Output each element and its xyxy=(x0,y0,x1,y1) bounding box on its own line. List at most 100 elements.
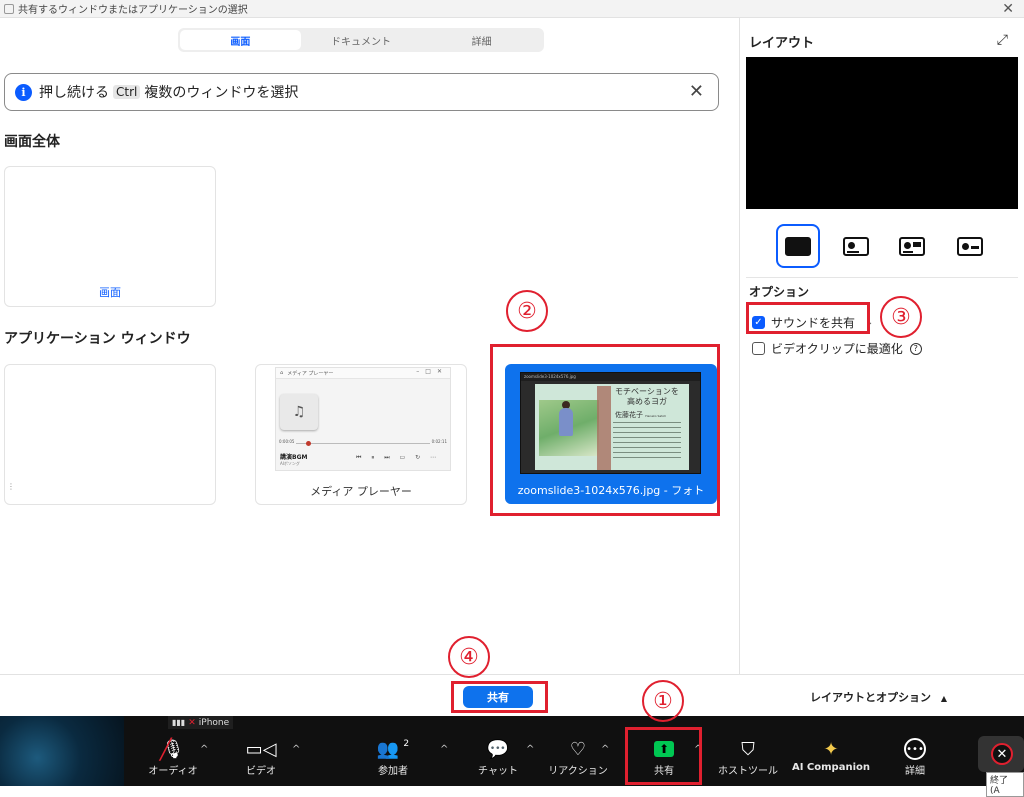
share-sound-option[interactable]: ✓ サウンドを共有 ⌄ xyxy=(752,314,873,331)
tab-screen[interactable]: 画面 xyxy=(180,30,301,50)
more-button[interactable]: ••• 詳細 xyxy=(880,736,950,784)
screen-card[interactable]: 画面 xyxy=(4,166,216,307)
audio-label: オーディオ xyxy=(148,766,198,777)
photo-thumbnail: zoomslide3-1024x576.jpg モチベーションを 高めるヨガ 佐… xyxy=(520,372,701,474)
progress-bar xyxy=(296,443,430,444)
music-note-icon: ♫ xyxy=(280,394,318,430)
participants-caret-icon[interactable]: ^ xyxy=(440,744,448,755)
layout-title: レイアウト xyxy=(749,36,815,51)
annotation-circle-2: ② xyxy=(506,290,548,332)
home-icon: ⌂ xyxy=(280,370,284,376)
slide-speaker-name: 佐藤花子 xyxy=(615,411,643,419)
chat-button[interactable]: 💬 チャット xyxy=(463,736,533,784)
video-caret-icon[interactable]: ^ xyxy=(292,744,300,755)
more-icon: ••• xyxy=(880,736,950,762)
video-camera-icon: ▭◁ xyxy=(245,738,277,760)
host-tools-button[interactable]: ⛉ ホストツール xyxy=(713,736,783,784)
window-title-bar: 共有するウィンドウまたはアプリケーションの選択 ✕ xyxy=(0,0,1024,18)
iphone-label: iPhone xyxy=(198,717,230,728)
chevron-down-icon[interactable]: ⌄ xyxy=(865,317,873,328)
video-button[interactable]: ▭◁ ビデオ xyxy=(226,736,296,784)
optimize-video-checkbox[interactable] xyxy=(752,342,765,355)
audio-button[interactable]: 🎙 ╱ オーディオ xyxy=(138,736,208,784)
ai-companion-button[interactable]: ✦ AI Companion xyxy=(788,736,874,784)
muted-mic-icon: ✕ xyxy=(188,717,196,728)
screen-card-label: 画面 xyxy=(99,286,121,299)
share-action-bar: 共有 レイアウトとオプション ▲ xyxy=(0,674,1024,716)
presenter-layout-icon xyxy=(843,236,869,256)
presenter-inline-layout-icon xyxy=(957,236,983,256)
participants-label: 参加者 xyxy=(378,766,408,777)
chat-icon: 💬 xyxy=(486,738,510,760)
media-player-label: メディア プレーヤー xyxy=(310,485,412,498)
playback-controls-icon: ⏮ ⏸ ⏭ ▭ ↻ ⋯ xyxy=(356,454,441,461)
panel-divider xyxy=(746,277,1018,278)
reaction-caret-icon[interactable]: ^ xyxy=(601,744,609,755)
muted-microphone-icon: 🎙 ╱ xyxy=(159,736,185,761)
desktop-wallpaper xyxy=(0,716,124,786)
time-total: 0:02:11 xyxy=(431,439,447,444)
layout-presenter-right-button[interactable] xyxy=(890,224,934,268)
info-banner: i 押し続ける Ctrl 複数のウィンドウを選択 ✕ xyxy=(4,73,719,111)
participants-button[interactable]: 👥 2 参加者 xyxy=(358,736,428,784)
full-screen-layout-icon xyxy=(785,236,811,256)
tab-advanced[interactable]: 詳細 xyxy=(421,30,542,50)
photo-window-title: zoomslide3-1024x576.jpg xyxy=(521,373,700,381)
tab-document[interactable]: ドキュメント xyxy=(301,30,422,50)
slide-speaker: 佐藤花子 Hanako Satoh xyxy=(615,410,666,420)
layout-preview xyxy=(746,57,1018,209)
optimize-video-option[interactable]: ビデオクリップに最適化 ? xyxy=(752,340,922,357)
track-title: 講演BGM xyxy=(280,454,308,461)
close-window-icon[interactable]: ✕ xyxy=(1002,0,1014,18)
layout-full-screen-button[interactable] xyxy=(776,224,820,268)
layout-presenter-side-button[interactable] xyxy=(948,224,992,268)
blank-window-card[interactable]: ⋮ xyxy=(4,364,216,505)
media-player-card[interactable]: ⌂ メディア プレーヤー –□✕ ♫ 0:00:05 0:02:11 講演BGM… xyxy=(255,364,467,505)
presenter-side-layout-icon xyxy=(899,236,925,256)
layout-options-panel: レイアウト ⤢ オプション ✓ サウンドを共有 ⌄ ビデオクリップに最適化 ? xyxy=(739,18,1024,674)
host-tools-label: ホストツール xyxy=(718,766,778,777)
share-button[interactable]: 共有 xyxy=(463,686,533,708)
media-player-titlebar: ⌂ メディア プレーヤー –□✕ xyxy=(276,368,450,379)
dismiss-banner-icon[interactable]: ✕ xyxy=(689,81,704,102)
help-icon[interactable]: ? xyxy=(909,342,922,355)
media-player-thumbnail: ⌂ メディア プレーヤー –□✕ ♫ 0:00:05 0:02:11 講演BGM… xyxy=(275,367,451,471)
reaction-label: リアクション xyxy=(548,766,608,777)
apps-section-heading: アプリケーション ウィンドウ xyxy=(4,331,191,347)
photo-window-card[interactable]: zoomslide3-1024x576.jpg モチベーションを 高めるヨガ 佐… xyxy=(505,364,717,504)
chat-label: チャット xyxy=(478,766,518,777)
ai-companion-label: AI Companion xyxy=(791,762,870,773)
more-label: 詳細 xyxy=(905,766,925,777)
signal-icon: ▮▮▮ xyxy=(172,718,186,727)
end-icon: ✕ xyxy=(991,743,1013,765)
options-title: オプション xyxy=(749,285,810,299)
layout-options-toggle[interactable]: レイアウトとオプション ▲ xyxy=(810,689,947,705)
optimize-video-label: ビデオクリップに最適化 xyxy=(771,342,903,356)
share-caret-icon[interactable]: ^ xyxy=(694,744,702,755)
window-title: 共有するウィンドウまたはアプリケーションの選択 xyxy=(18,5,248,16)
end-meeting-button[interactable]: ✕ xyxy=(978,736,1024,772)
layout-presenter-bottom-button[interactable] xyxy=(834,224,878,268)
app-window-icon xyxy=(4,3,14,14)
progress-thumb xyxy=(306,441,311,446)
track-subtitle: AIボソング xyxy=(280,461,300,466)
time-elapsed: 0:00:05 xyxy=(279,439,295,444)
share-sound-checkbox[interactable]: ✓ xyxy=(752,316,765,329)
slide-image: モチベーションを 高めるヨガ 佐藤花子 Hanako Satoh xyxy=(535,384,689,470)
end-tooltip: 終了 (A xyxy=(986,772,1024,797)
share-screen-icon: ⬆ xyxy=(629,736,699,762)
share-screen-button[interactable]: ⬆ 共有 xyxy=(629,736,699,784)
slide-title-line1: モチベーションを xyxy=(615,387,679,396)
window-controls-icon: –□✕ xyxy=(416,368,448,375)
iphone-tag: ▮▮▮ ✕ iPhone xyxy=(168,716,234,729)
screen-section-heading: 画面全体 xyxy=(4,134,60,150)
slide-title: モチベーションを 高めるヨガ xyxy=(615,387,679,407)
video-label: ビデオ xyxy=(246,766,276,777)
annotation-circle-1: ① xyxy=(642,680,684,722)
annotation-circle-3: ③ xyxy=(880,296,922,338)
drag-handle-icon: ⋮ xyxy=(7,482,15,491)
chat-caret-icon[interactable]: ^ xyxy=(526,744,534,755)
media-player-window-title: メディア プレーヤー xyxy=(287,370,334,377)
audio-caret-icon[interactable]: ^ xyxy=(200,744,208,755)
expand-icon[interactable]: ⤢ xyxy=(997,32,1008,48)
